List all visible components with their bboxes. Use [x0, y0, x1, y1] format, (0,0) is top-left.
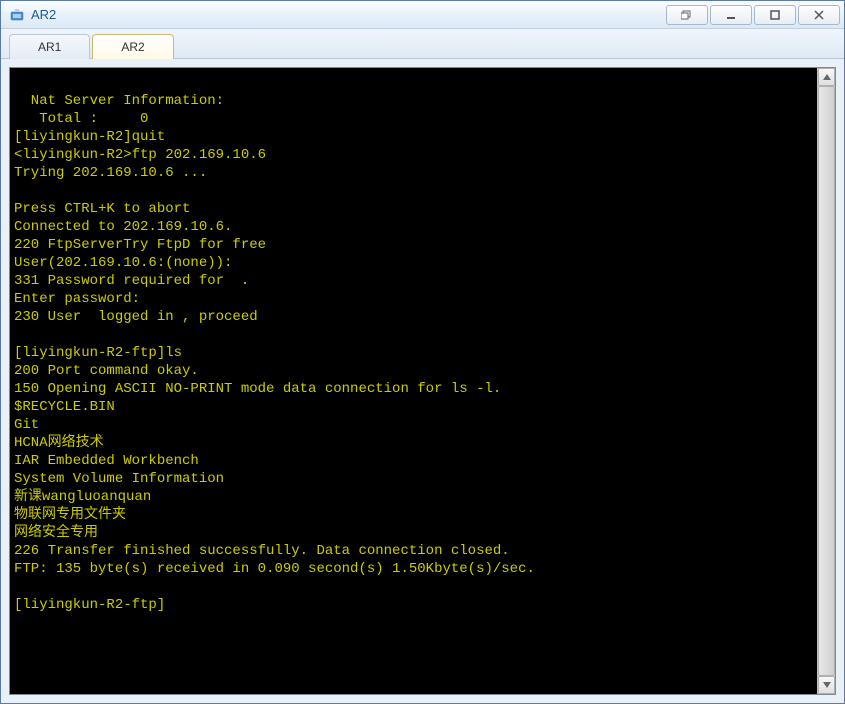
- terminal-line: [14, 326, 809, 344]
- maximize-button[interactable]: [754, 5, 796, 25]
- terminal-line: Nat Server Information:: [14, 92, 809, 110]
- terminal-line: User(202.169.10.6:(none)):: [14, 254, 809, 272]
- window-title: AR2: [31, 7, 664, 22]
- scroll-track[interactable]: [818, 86, 835, 676]
- terminal-line: 网络安全专用: [14, 524, 809, 542]
- terminal-line: 物联网专用文件夹: [14, 506, 809, 524]
- terminal-line: 331 Password required for .: [14, 272, 809, 290]
- tab-ar1[interactable]: AR1: [9, 34, 90, 59]
- terminal-line: Enter password:: [14, 290, 809, 308]
- titlebar: AR2: [1, 1, 844, 29]
- scroll-down-button[interactable]: [818, 676, 835, 694]
- minimize-button[interactable]: [710, 5, 752, 25]
- terminal-line: Git: [14, 416, 809, 434]
- app-window: AR2 AR1 AR2: [0, 0, 845, 704]
- terminal-line: 新课wangluoanquan: [14, 488, 809, 506]
- terminal-line: 220 FtpServerTry FtpD for free: [14, 236, 809, 254]
- terminal-line: FTP: 135 byte(s) received in 0.090 secon…: [14, 560, 809, 578]
- terminal-line: 226 Transfer finished successfully. Data…: [14, 542, 809, 560]
- terminal-line: [14, 74, 809, 92]
- close-button[interactable]: [798, 5, 840, 25]
- tab-bar: AR1 AR2: [1, 29, 844, 59]
- terminal-line: [14, 182, 809, 200]
- terminal-line: $RECYCLE.BIN: [14, 398, 809, 416]
- app-icon: [9, 7, 25, 23]
- terminal-line: <liyingkun-R2>ftp 202.169.10.6: [14, 146, 809, 164]
- terminal-line: 230 User logged in , proceed: [14, 308, 809, 326]
- terminal-line: [liyingkun-R2]quit: [14, 128, 809, 146]
- terminal-output[interactable]: Nat Server Information: Total : 0[liying…: [10, 68, 817, 694]
- terminal-line: Connected to 202.169.10.6.: [14, 218, 809, 236]
- scroll-thumb[interactable]: [818, 86, 835, 676]
- terminal-line: [liyingkun-R2-ftp]: [14, 596, 809, 614]
- restore-down-button[interactable]: [666, 5, 708, 25]
- terminal-line: 200 Port command okay.: [14, 362, 809, 380]
- terminal-line: [liyingkun-R2-ftp]ls: [14, 344, 809, 362]
- vertical-scrollbar: [817, 68, 835, 694]
- content-area: Nat Server Information: Total : 0[liying…: [1, 59, 844, 703]
- terminal-line: Press CTRL+K to abort: [14, 200, 809, 218]
- terminal-line: [14, 578, 809, 596]
- window-controls: [664, 5, 840, 25]
- tab-ar2[interactable]: AR2: [92, 34, 173, 59]
- terminal-line: Trying 202.169.10.6 ...: [14, 164, 809, 182]
- terminal-wrapper: Nat Server Information: Total : 0[liying…: [9, 67, 836, 695]
- terminal-line: HCNA网络技术: [14, 434, 809, 452]
- terminal-line: Total : 0: [14, 110, 809, 128]
- terminal-line: 150 Opening ASCII NO-PRINT mode data con…: [14, 380, 809, 398]
- scroll-up-button[interactable]: [818, 68, 835, 86]
- terminal-line: IAR Embedded Workbench: [14, 452, 809, 470]
- terminal-line: System Volume Information: [14, 470, 809, 488]
